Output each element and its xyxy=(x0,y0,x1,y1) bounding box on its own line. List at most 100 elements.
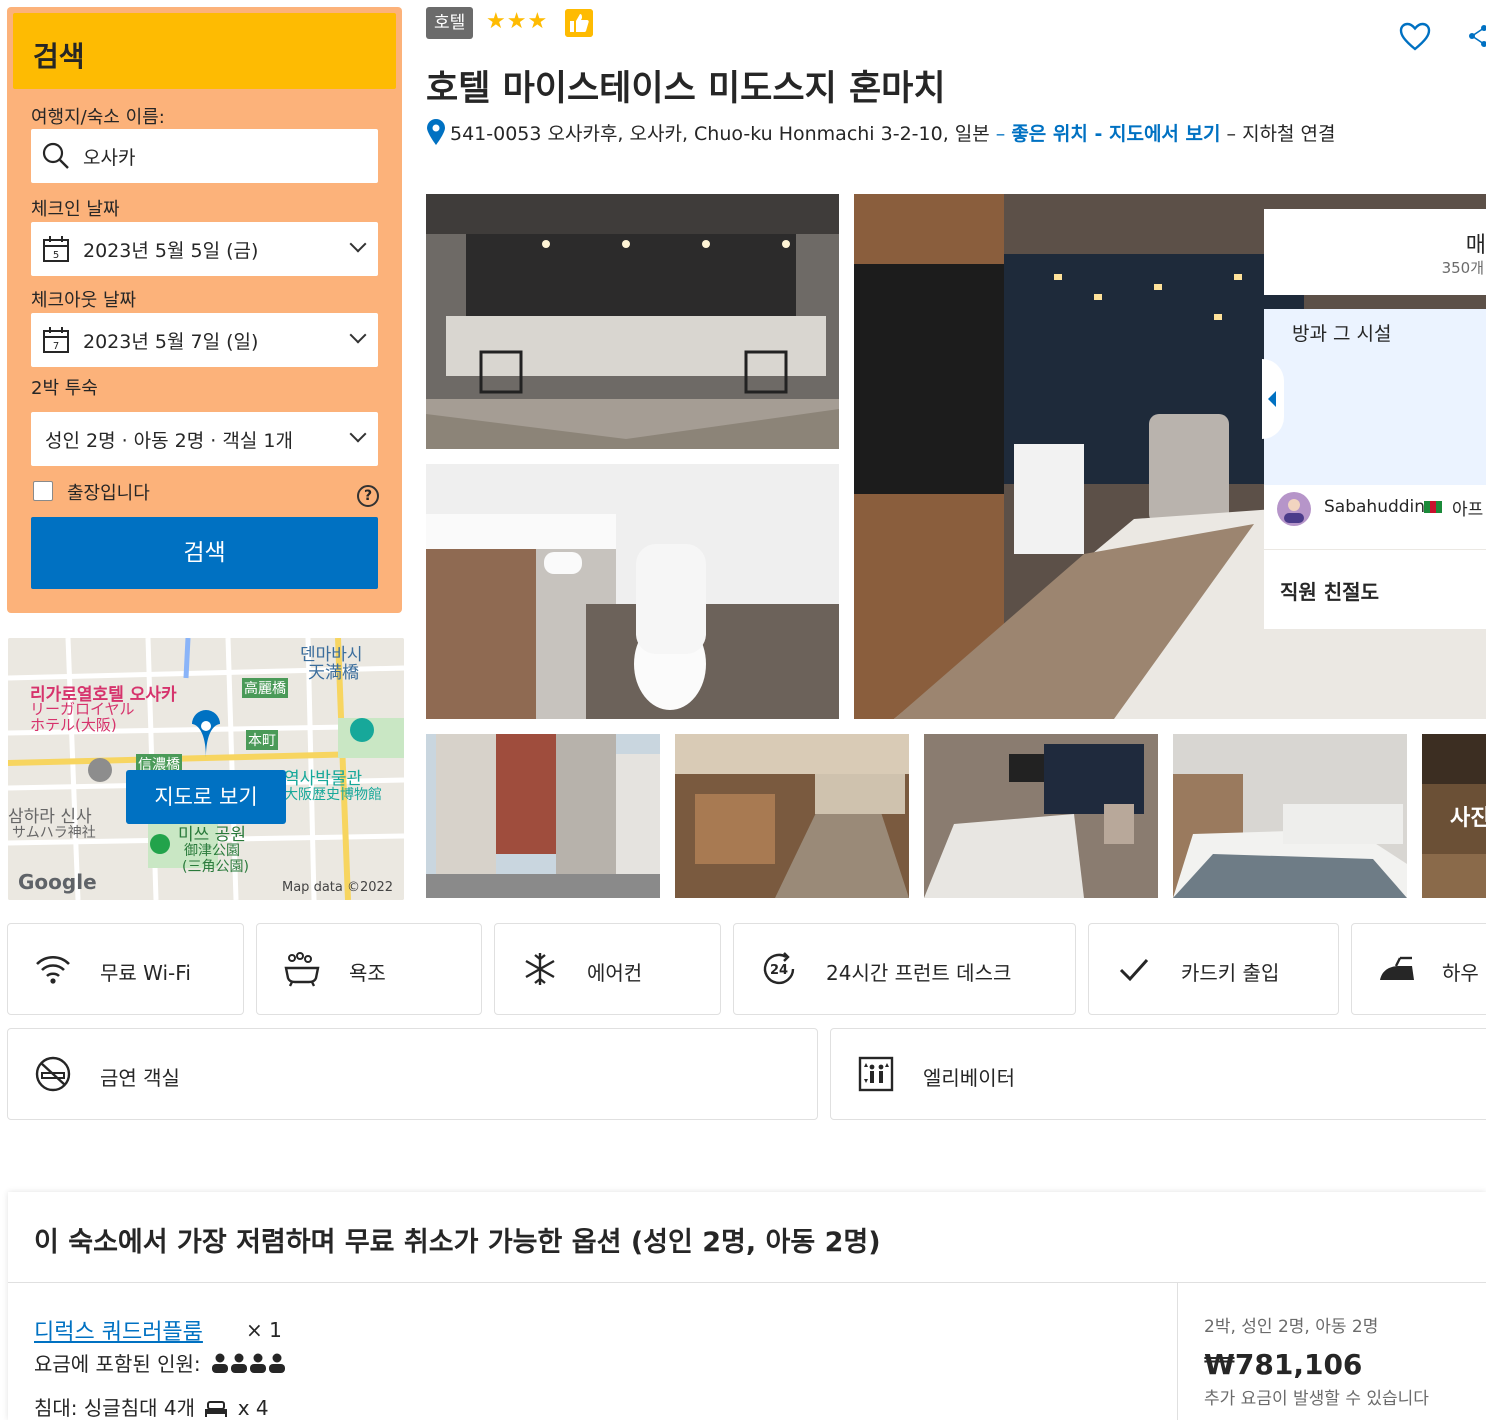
more-photos-label: 사진 xyxy=(1450,806,1486,831)
photo-thumb-room-3[interactable] xyxy=(1173,734,1407,898)
facility-wifi: 무료 Wi-Fi xyxy=(7,923,244,1015)
google-logo: Google xyxy=(18,870,97,894)
person-icon xyxy=(212,1353,286,1373)
checkout-field[interactable]: 7 2023년 5월 7일 (일) xyxy=(31,313,378,367)
map-preview[interactable]: 덴마바시 天満橋 리가로열호텔 오사카 リーガロイヤル ホテル(大阪) 高麗橋 … xyxy=(8,638,404,900)
photo-lobby-image xyxy=(426,194,839,449)
business-label: 출장입니다 xyxy=(67,483,150,504)
map-label: ホテル(大阪) xyxy=(30,716,117,734)
svg-text:7: 7 xyxy=(53,341,59,352)
price: ₩781,106 xyxy=(1204,1348,1363,1381)
photo-bathroom[interactable] xyxy=(426,464,839,719)
chevron-left-icon xyxy=(1268,391,1276,407)
search-icon xyxy=(42,142,69,169)
facility-keycard: 카드키 출입 xyxy=(1088,923,1339,1015)
facility-front-desk: 24 24시간 프런트 데스크 xyxy=(733,923,1076,1015)
calendar-icon: 5 xyxy=(43,236,69,262)
facility-label: 엘리베이터 xyxy=(923,1066,1015,1090)
chevron-down-icon xyxy=(349,425,367,443)
reviewer-name: Sabahuddin xyxy=(1324,497,1426,517)
review-score-box: 매 350개 xyxy=(1264,209,1486,295)
checkin-field[interactable]: 5 2023년 5월 5일 (금) xyxy=(31,222,378,276)
svg-text:24: 24 xyxy=(770,963,788,978)
photo-room-3-image xyxy=(1173,734,1407,898)
business-checkbox[interactable] xyxy=(33,481,53,501)
address-text: 541-0053 오사카후, 오사카, Chuo-ku Honmachi 3-2… xyxy=(450,123,990,145)
price-meta: 2박, 성인 2명, 아동 2명 xyxy=(1204,1317,1379,1337)
flag-icon xyxy=(1424,501,1442,513)
facility-label: 무료 Wi-Fi xyxy=(100,961,191,985)
hotel-name: 호텔 마이스테이스 미도스지 혼마치 xyxy=(426,69,946,109)
cheapest-option-title: 이 숙소에서 가장 저렴하며 무료 취소가 가능한 옵션 (성인 2명, 아동 … xyxy=(34,1227,881,1258)
beds-quantity: x 4 xyxy=(237,1396,269,1420)
facility-label: 하우 xyxy=(1442,961,1479,985)
review-score-word: 매 xyxy=(1465,233,1486,258)
destination-label: 여행지/숙소 이름: xyxy=(31,107,165,128)
wifi-icon xyxy=(36,955,70,984)
review-category-box: 직원 친절도 xyxy=(1264,550,1486,629)
map-label: 天満橋 xyxy=(308,663,359,683)
avatar xyxy=(1277,492,1311,526)
review-section-label: 방과 그 시설 xyxy=(1292,323,1392,345)
photo-thumb-exterior[interactable] xyxy=(426,734,660,898)
review-prev-button[interactable] xyxy=(1262,359,1284,439)
map-label: 本町 xyxy=(246,730,278,750)
iron-icon xyxy=(1380,956,1414,980)
show-map-link[interactable]: 좋은 위치 - 지도에서 보기 xyxy=(1011,123,1220,145)
review-highlight: 방과 그 시설 xyxy=(1262,309,1486,485)
search-button[interactable]: 검색 xyxy=(31,517,378,589)
bed-icon xyxy=(205,1401,228,1417)
facility-label: 24시간 프런트 데스크 xyxy=(826,961,1012,985)
chevron-down-icon xyxy=(349,326,367,344)
map-label: (三角公園) xyxy=(182,859,249,875)
map-label: サムハラ神社 xyxy=(12,825,96,841)
share-icon[interactable] xyxy=(1468,24,1486,48)
beds-label: 침대: 싱글침대 4개 xyxy=(34,1396,195,1420)
search-panel: 검색 여행지/숙소 이름: 오사카 체크인 날짜 5 2023년 5월 5일 (… xyxy=(7,7,402,613)
map-attribution: Map data ©2022 xyxy=(282,880,394,895)
destination-field[interactable]: 오사카 xyxy=(31,129,378,183)
guests-field[interactable]: 성인 2명 · 아동 2명 · 객실 1개 xyxy=(31,412,378,466)
photo-bathroom-image xyxy=(426,464,839,719)
photo-lobby[interactable] xyxy=(426,194,839,449)
facility-label: 욕조 xyxy=(349,961,386,985)
facility-aircon: 에어컨 xyxy=(494,923,721,1015)
photo-thumb-bar[interactable] xyxy=(675,734,909,898)
photo-bar-image xyxy=(675,734,909,898)
map-label: 大阪歴史博物館 xyxy=(284,787,382,803)
photo-thumb-room-2[interactable] xyxy=(924,734,1158,898)
reviewer-row: Sabahuddin 아프 xyxy=(1264,485,1486,549)
map-label: 高麗橋 xyxy=(242,678,288,698)
search-title: 검색 xyxy=(33,40,85,73)
price-note: 추가 요금이 발생할 수 있습니다 xyxy=(1204,1389,1429,1409)
cheapest-option-card: 이 숙소에서 가장 저렴하며 무료 취소가 가능한 옵션 (성인 2명, 아동 … xyxy=(8,1192,1486,1420)
address-suffix: – 지하철 연결 xyxy=(1226,123,1336,145)
location-pin-icon xyxy=(427,119,445,145)
heart-icon[interactable] xyxy=(1398,20,1432,54)
svg-text:5: 5 xyxy=(53,250,59,261)
facility-label: 금연 객실 xyxy=(100,1066,180,1090)
room-name-link[interactable]: 디럭스 쿼드러플룸 xyxy=(34,1314,203,1346)
photo-room-2-image xyxy=(924,734,1158,898)
show-on-map-button[interactable]: 지도로 보기 xyxy=(126,770,286,824)
photo-exterior-image xyxy=(426,734,660,898)
help-icon[interactable]: ? xyxy=(357,485,379,507)
hotel-page: 검색 여행지/숙소 이름: 오사카 체크인 날짜 5 2023년 5월 5일 (… xyxy=(0,0,1486,1420)
facility-bathtub: 욕조 xyxy=(256,923,482,1015)
photo-thumb-more[interactable]: 사진 xyxy=(1422,734,1486,898)
room-quantity: × 1 xyxy=(246,1318,282,1342)
facility-housekeeping: 하우 xyxy=(1351,923,1486,1015)
review-count: 350개 xyxy=(1441,259,1484,277)
occupancy-row: 요금에 포함된 인원: xyxy=(34,1348,289,1377)
facility-label: 에어컨 xyxy=(587,961,643,985)
clock-24-icon: 24 xyxy=(763,952,795,985)
checkin-label: 체크인 날짜 xyxy=(31,199,120,220)
divider xyxy=(8,1282,1486,1283)
checkin-value: 2023년 5월 5일 (금) xyxy=(83,240,259,262)
checkmark-icon xyxy=(1119,958,1149,982)
facility-elevator: 엘리베이터 xyxy=(830,1028,1486,1120)
checkout-label: 체크아웃 날짜 xyxy=(31,290,137,311)
review-category: 직원 친절도 xyxy=(1280,580,1379,604)
guests-value: 성인 2명 · 아동 2명 · 객실 1개 xyxy=(45,430,293,452)
destination-value: 오사카 xyxy=(83,147,136,169)
